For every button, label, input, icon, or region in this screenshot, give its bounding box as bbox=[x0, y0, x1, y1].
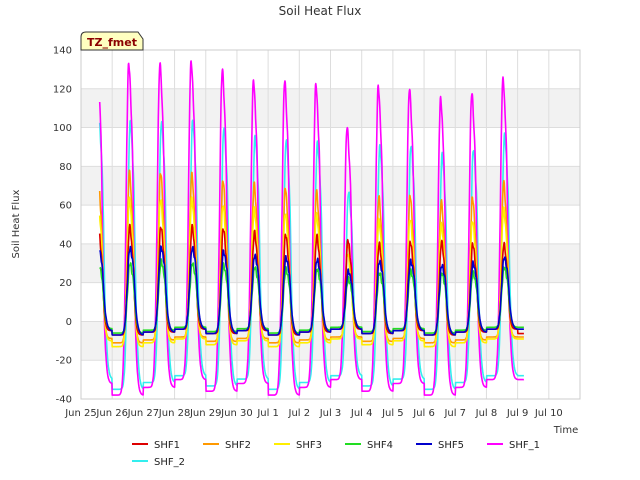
x-tick-label: Jul 4 bbox=[350, 408, 373, 419]
y-tick-label: 60 bbox=[59, 201, 72, 212]
y-axis-ticks: -40 -20 0 20 40 60 80 100 120 140 bbox=[53, 46, 72, 406]
y-tick-label: -40 bbox=[56, 395, 72, 406]
x-tick-label: Jul 5 bbox=[381, 408, 404, 419]
chart-title: Soil Heat Flux bbox=[279, 4, 362, 18]
y-tick-label: 140 bbox=[53, 46, 72, 57]
x-tick-label: Jun 26 bbox=[95, 408, 128, 419]
legend-label: SHF_1 bbox=[509, 440, 540, 451]
legend-item: SHF1 bbox=[132, 440, 180, 451]
legend: SHF1 SHF2 SHF3 SHF4 SHF5 SHF_1 SHF_2 bbox=[132, 440, 540, 468]
legend-label: SHF5 bbox=[438, 440, 464, 451]
legend-label: SHF2 bbox=[225, 440, 251, 451]
tag-badge-label: TZ_fmet bbox=[87, 36, 137, 49]
y-tick-label: 0 bbox=[66, 317, 72, 328]
legend-label: SHF1 bbox=[154, 440, 180, 451]
x-tick-label: Jul 2 bbox=[288, 408, 311, 419]
legend-label: SHF3 bbox=[296, 440, 322, 451]
y-tick-label: 20 bbox=[59, 278, 72, 289]
legend-item: SHF4 bbox=[345, 440, 393, 451]
tag-badge: TZ_fmet bbox=[80, 31, 144, 51]
x-tick-label: Jul 9 bbox=[506, 408, 529, 419]
y-tick-label: -20 bbox=[56, 356, 72, 367]
x-tick-label: Jun 29 bbox=[189, 408, 222, 419]
y-tick-label: 100 bbox=[53, 123, 72, 134]
x-tick-label: Jul 3 bbox=[319, 408, 342, 419]
x-axis-title: Time bbox=[553, 425, 578, 436]
legend-item: SHF_2 bbox=[132, 457, 185, 468]
legend-item: SHF2 bbox=[203, 440, 251, 451]
legend-label: SHF_2 bbox=[154, 457, 185, 468]
x-tick-label: Jul 1 bbox=[256, 408, 279, 419]
x-tick-label: Jun 27 bbox=[127, 408, 160, 419]
legend-item: SHF3 bbox=[274, 440, 322, 451]
x-tick-label: Jul 10 bbox=[534, 408, 563, 419]
x-tick-label: Jul 8 bbox=[475, 408, 498, 419]
x-tick-label: Jul 6 bbox=[412, 408, 435, 419]
x-tick-label: Jun 28 bbox=[158, 408, 191, 419]
x-tick-label: Jul 7 bbox=[443, 408, 466, 419]
x-tick-label: Jun 30 bbox=[220, 408, 253, 419]
legend-item: SHF5 bbox=[416, 440, 464, 451]
y-axis-title: Soil Heat Flux bbox=[11, 189, 22, 258]
y-tick-label: 120 bbox=[53, 84, 72, 95]
legend-item: SHF_1 bbox=[487, 440, 540, 451]
x-tick-label: Jun 25 bbox=[64, 408, 97, 419]
x-axis-ticks: Jun 25 Jun 26 Jun 27 Jun 28 Jun 29 Jun 30 Jul … bbox=[64, 408, 563, 419]
legend-label: SHF4 bbox=[367, 440, 393, 451]
y-tick-label: 40 bbox=[59, 239, 72, 250]
soil-heat-flux-chart: -40-20020406080100120140 Jun 25 Jun 26 Jun… bbox=[11, 4, 581, 468]
y-tick-label: 80 bbox=[59, 162, 72, 173]
